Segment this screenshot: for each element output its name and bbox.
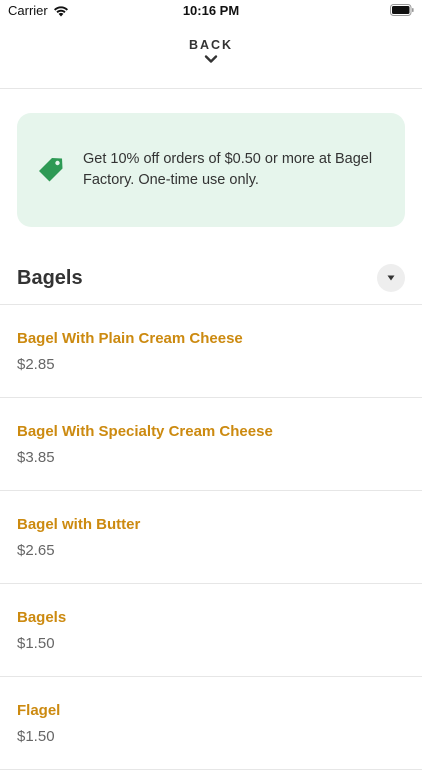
price-tag-icon [39, 158, 63, 182]
menu-item-name: Bagel With Specialty Cream Cheese [17, 423, 273, 440]
menu-item[interactable]: Flagel $1.50 [0, 677, 422, 770]
section-toggle-button[interactable] [377, 264, 405, 292]
menu-item[interactable]: Bagels $1.50 [0, 584, 422, 677]
menu-item-name: Flagel [17, 702, 61, 719]
menu-list: Bagel With Plain Cream Cheese $2.85 Bage… [0, 305, 422, 770]
menu-item[interactable]: Bagel with Butter $2.65 [0, 491, 422, 584]
menu-item[interactable]: Bagel With Plain Cream Cheese $2.85 [0, 305, 422, 398]
menu-item-name: Bagel with Butter [17, 516, 141, 533]
menu-item[interactable]: Bagel With Specialty Cream Cheese $3.85 [0, 398, 422, 491]
menu-item-name: Bagel With Plain Cream Cheese [17, 330, 243, 347]
promo-text: Get 10% off orders of $0.50 or more at B… [83, 151, 373, 188]
section-header-bagels: Bagels [0, 262, 422, 304]
caret-down-icon [387, 275, 395, 281]
menu-item-price: $1.50 [17, 635, 55, 652]
promo-banner: Get 10% off orders of $0.50 or more at B… [17, 113, 405, 227]
header-divider [0, 88, 422, 89]
back-label: BACK [188, 38, 234, 52]
status-time: 10:16 PM [182, 3, 240, 18]
status-bar: Carrier 10:16 PM [0, 0, 422, 24]
menu-item-price: $2.85 [17, 356, 55, 373]
section-title: Bagels [17, 267, 83, 289]
menu-item-price: $3.85 [17, 449, 55, 466]
back-button[interactable]: BACK [0, 38, 422, 64]
chevron-down-icon [204, 55, 218, 63]
menu-item-price: $2.65 [17, 542, 55, 559]
menu-item-price: $1.50 [17, 728, 55, 745]
menu-item-name: Bagels [17, 609, 67, 626]
battery-icon [390, 4, 414, 16]
